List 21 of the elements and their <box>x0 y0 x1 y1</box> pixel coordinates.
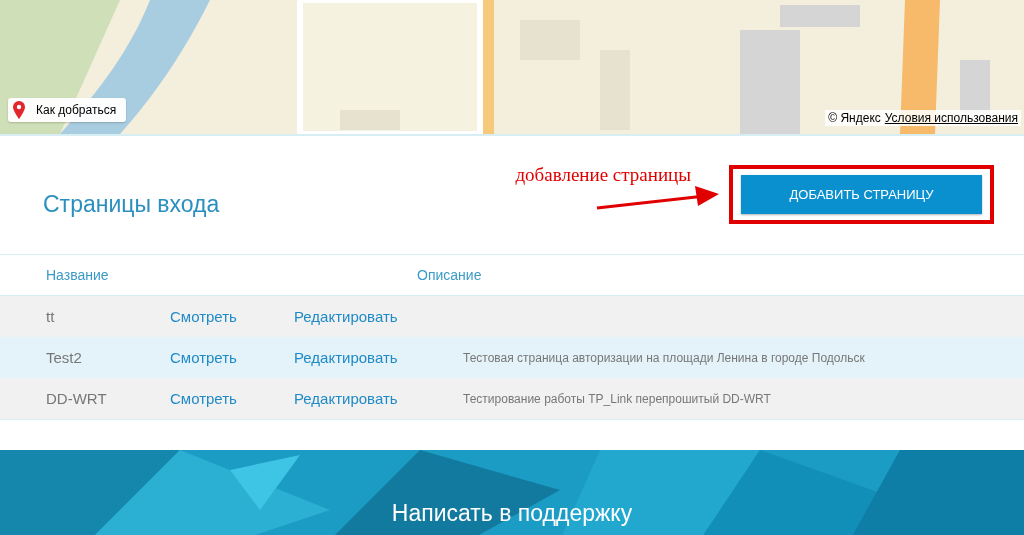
view-link[interactable]: Смотреть <box>170 390 237 407</box>
name-cell: Test2 <box>46 349 82 366</box>
add-page-button[interactable]: ДОБАВИТЬ СТРАНИЦУ <box>741 174 982 214</box>
terms-link[interactable]: Условия использования <box>884 111 1018 125</box>
map-pin-icon <box>12 101 26 119</box>
edit-link[interactable]: Редактировать <box>294 390 398 407</box>
page-title: Страницы входа <box>43 190 220 218</box>
view-link[interactable]: Смотреть <box>170 349 237 366</box>
edit-link[interactable]: Редактировать <box>294 349 398 366</box>
support-link[interactable]: Написать в поддержку <box>391 500 633 527</box>
description-cell: Тестовая страница авторизации на площади Ленина в городе Подольск <box>463 350 865 365</box>
description-cell: Тестирование работы TP_Link перепрошитый DD-WRT <box>463 391 771 406</box>
copyright-text: © Яндекс <box>828 111 881 125</box>
column-header: Описание <box>417 267 482 283</box>
column-header: Название <box>46 267 109 283</box>
name-cell: tt <box>46 308 55 325</box>
view-link[interactable]: Смотреть <box>170 308 237 325</box>
name-cell: DD-WRT <box>46 390 107 407</box>
edit-link[interactable]: Редактировать <box>294 308 398 325</box>
annotation-text: добавление страницы <box>515 164 691 186</box>
directions-button[interactable]: Как добраться <box>8 98 127 122</box>
